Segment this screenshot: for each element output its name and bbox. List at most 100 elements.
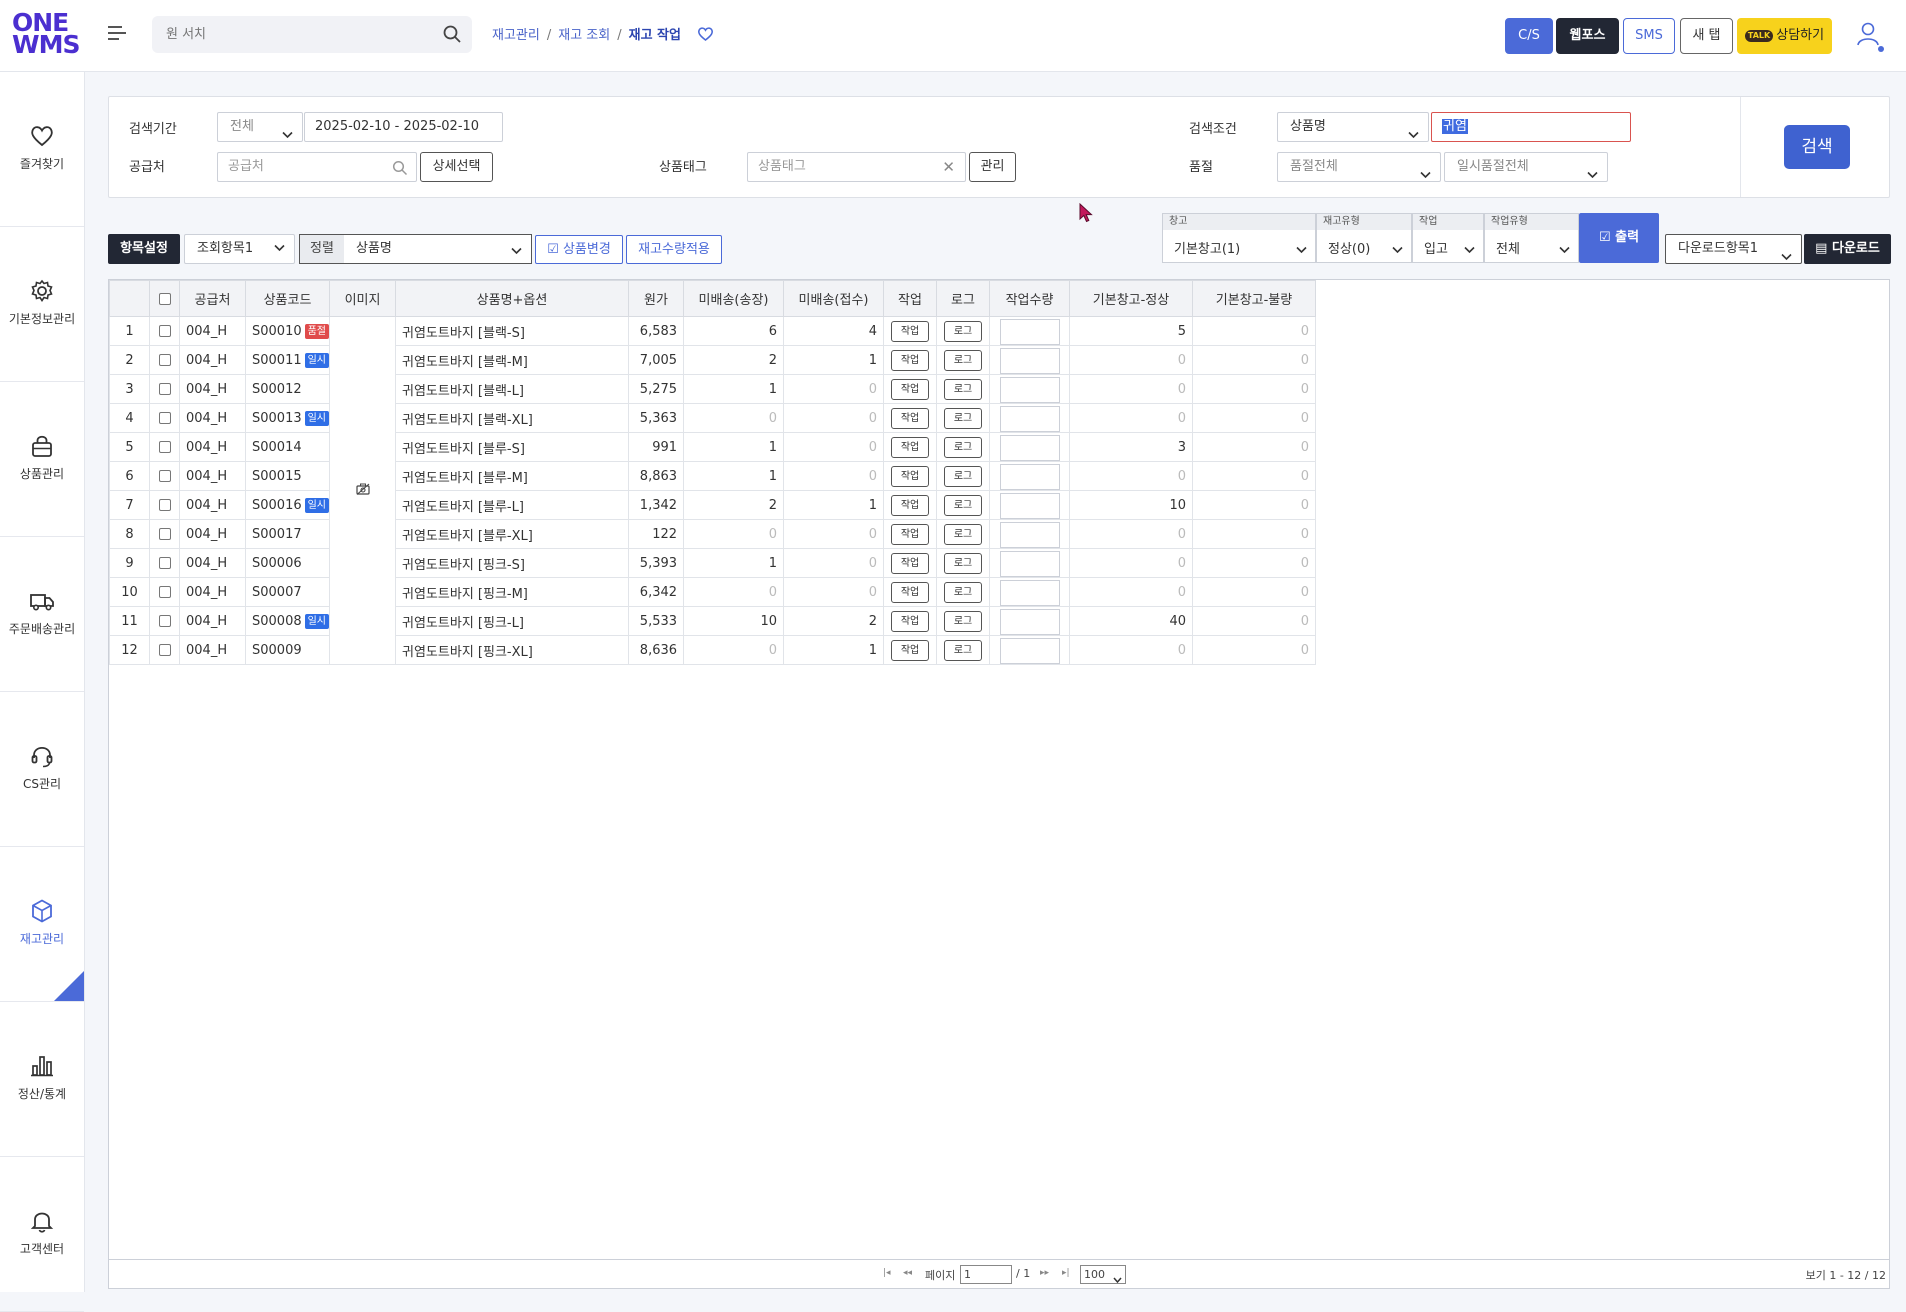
last-page-icon[interactable]: ▸|	[1062, 1268, 1070, 1278]
sidebar-item-basic-info[interactable]: 기본정보관리	[0, 227, 84, 382]
next-page-icon[interactable]: ▸▸	[1040, 1268, 1049, 1278]
product-name-cell[interactable]: 귀염도트바지 [블루-XL]	[395, 519, 630, 549]
work-button[interactable]: 작업	[891, 639, 930, 661]
row-checkbox[interactable]	[158, 586, 171, 598]
sidebar-item-products[interactable]: 상품관리	[0, 382, 84, 537]
col-warehouse-normal[interactable]: 기본창고-정상	[1069, 280, 1194, 317]
new-tab-button[interactable]: 새 탭	[1680, 18, 1733, 54]
condition-field-select[interactable]: 상품명	[1277, 112, 1429, 142]
work-button[interactable]: 작업	[891, 378, 930, 400]
row-checkbox[interactable]	[158, 441, 171, 453]
sidebar-item-orders[interactable]: 주문배송관리	[0, 537, 84, 692]
product-code-cell[interactable]: S00012	[244, 374, 331, 404]
print-button[interactable]: ☑ 출력	[1579, 213, 1659, 263]
table-row[interactable]: 2 004_H S00011 일시 귀염도트바지 [블랙-M] 7,005 2 1 작업 로그 0 0	[109, 345, 1317, 375]
col-work[interactable]: 작업	[883, 280, 938, 317]
work-button[interactable]: 작업	[891, 523, 930, 545]
log-button[interactable]: 로그	[944, 349, 983, 371]
clear-icon[interactable]: ✕	[942, 153, 955, 181]
work-qty-input[interactable]	[999, 521, 1060, 548]
table-row[interactable]: 8 004_H S00017 귀염도트바지 [블루-XL] 122 0 0 작업 로그 0 0	[109, 519, 1317, 549]
work-button[interactable]: 작업	[891, 465, 930, 487]
prev-page-icon[interactable]: ◂◂	[903, 1268, 912, 1278]
product-name-cell[interactable]: 귀염도트바지 [블랙-S]	[395, 316, 630, 346]
page-size-select[interactable]: 100	[1080, 1265, 1126, 1284]
product-code-cell[interactable]: S00010 품절	[244, 316, 331, 346]
work-button[interactable]: 작업	[891, 349, 930, 371]
col-product-code[interactable]: 상품코드	[244, 280, 331, 317]
log-button[interactable]: 로그	[944, 552, 983, 574]
product-name-cell[interactable]: 귀염도트바지 [핑크-XL]	[395, 635, 630, 665]
log-button[interactable]: 로그	[944, 378, 983, 400]
log-button[interactable]: 로그	[944, 407, 983, 429]
sms-button[interactable]: SMS	[1623, 18, 1675, 54]
menu-toggle-icon[interactable]	[108, 26, 126, 42]
log-button[interactable]: 로그	[944, 436, 983, 458]
global-search-input[interactable]	[152, 16, 422, 53]
row-checkbox[interactable]	[158, 470, 171, 482]
work-button[interactable]: 작업	[891, 320, 930, 342]
sidebar-item-helpdesk[interactable]: 고객센터	[0, 1157, 84, 1312]
stock-type-select[interactable]: 재고유형 정상(0)	[1316, 213, 1412, 263]
col-warehouse-defect[interactable]: 기본창고-불량	[1192, 280, 1317, 317]
table-row[interactable]: 5 004_H S00014 귀염도트바지 [블루-S] 991 1 0 작업 로그 3 0	[109, 432, 1317, 462]
sidebar-item-cs[interactable]: CS관리	[0, 692, 84, 847]
work-button[interactable]: 작업	[891, 552, 930, 574]
kakao-consult-button[interactable]: TALK 상담하기	[1737, 18, 1832, 54]
product-name-cell[interactable]: 귀염도트바지 [핑크-S]	[395, 548, 630, 578]
work-qty-input[interactable]	[999, 376, 1060, 403]
product-code-cell[interactable]: S00007	[244, 577, 331, 607]
search-term-input[interactable]: 귀염	[1431, 112, 1631, 142]
search-button[interactable]: 검색	[1784, 125, 1850, 169]
work-button[interactable]: 작업	[891, 581, 930, 603]
stock-apply-button[interactable]: 재고수량적용	[626, 235, 722, 264]
product-name-cell[interactable]: 귀염도트바지 [블루-M]	[395, 461, 630, 491]
download-set-select[interactable]: 다운로드항목1	[1665, 234, 1802, 264]
col-product-name[interactable]: 상품명+옵션	[395, 280, 630, 317]
row-checkbox[interactable]	[158, 528, 171, 540]
select-all-checkbox[interactable]	[158, 292, 171, 305]
product-code-cell[interactable]: S00014	[244, 432, 331, 462]
row-checkbox[interactable]	[158, 557, 171, 569]
row-checkbox[interactable]	[158, 499, 171, 511]
work-button[interactable]: 작업	[891, 494, 930, 516]
product-name-cell[interactable]: 귀염도트바지 [블랙-L]	[395, 374, 630, 404]
query-set-select[interactable]: 조회항목1	[184, 234, 295, 264]
col-log[interactable]: 로그	[936, 280, 991, 317]
breadcrumb-item[interactable]: 재고 조회	[558, 28, 610, 43]
col-unsent-receipt[interactable]: 미배송(접수)	[783, 280, 885, 317]
product-name-cell[interactable]: 귀염도트바지 [블랙-M]	[395, 345, 630, 375]
work-button[interactable]: 작업	[891, 407, 930, 429]
product-code-cell[interactable]: S00011 일시	[244, 345, 331, 375]
product-code-cell[interactable]: S00008 일시	[244, 606, 331, 636]
work-qty-input[interactable]	[999, 608, 1060, 635]
sidebar-item-inventory[interactable]: 재고관리	[0, 847, 84, 1002]
tag-input[interactable]: 상품태그 ✕	[747, 152, 966, 182]
table-row[interactable]: 10 004_H S00007 귀염도트바지 [핑크-M] 6,342 0 0 작업 로그 0 0	[109, 577, 1317, 607]
work-qty-input[interactable]	[999, 492, 1060, 519]
log-button[interactable]: 로그	[944, 494, 983, 516]
col-unsent-invoice[interactable]: 미배송(송장)	[683, 280, 785, 317]
product-code-cell[interactable]: S00006	[244, 548, 331, 578]
download-button[interactable]: ▤ 다운로드	[1804, 234, 1891, 264]
work-qty-input[interactable]	[999, 347, 1060, 374]
sort-select[interactable]: 정렬 상품명	[299, 234, 532, 264]
work-button[interactable]: 작업	[891, 610, 930, 632]
log-button[interactable]: 로그	[944, 465, 983, 487]
work-qty-input[interactable]	[999, 434, 1060, 461]
table-row[interactable]: 1 004_H S00010 품절 귀염도트바지 [블랙-S] 6,583 6 4 작업 로그 5 0	[109, 316, 1317, 665]
table-row[interactable]: 9 004_H S00006 귀염도트바지 [핑크-S] 5,393 1 0 작업 로그 0 0	[109, 548, 1317, 578]
work-qty-input[interactable]	[999, 405, 1060, 432]
col-cost[interactable]: 원가	[628, 280, 685, 317]
log-button[interactable]: 로그	[944, 320, 983, 342]
row-checkbox[interactable]	[158, 383, 171, 395]
col-work-qty[interactable]: 작업수량	[989, 280, 1071, 317]
product-code-cell[interactable]: S00016 일시	[244, 490, 331, 520]
table-row[interactable]: 12 004_H S00009 귀염도트바지 [핑크-XL] 8,636 0 1 작업 로그 0 0	[109, 635, 1317, 665]
work-qty-input[interactable]	[999, 579, 1060, 606]
product-name-cell[interactable]: 귀염도트바지 [블랙-XL]	[395, 403, 630, 433]
work-select[interactable]: 작업 입고	[1412, 213, 1484, 263]
row-checkbox[interactable]	[158, 615, 171, 627]
work-type-select[interactable]: 작업유형 전체	[1484, 213, 1579, 263]
product-code-cell[interactable]: S00017	[244, 519, 331, 549]
